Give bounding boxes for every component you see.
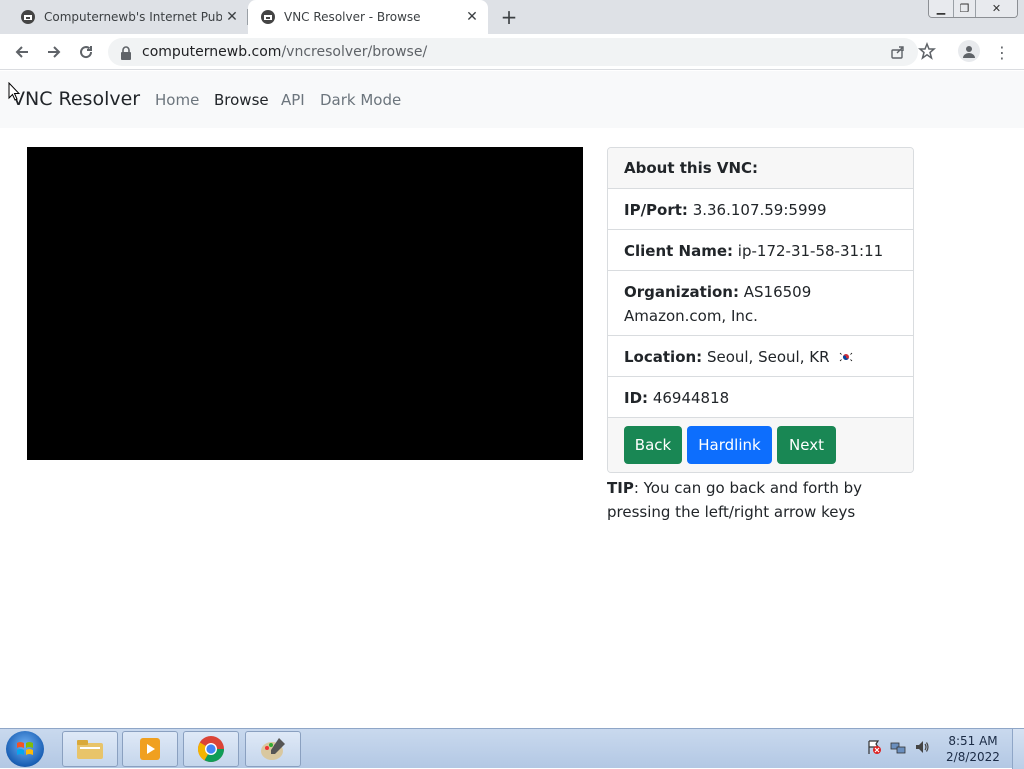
close-tab-icon[interactable]: ✕ (462, 7, 482, 27)
menu-kebab-icon[interactable]: ⋮ (994, 42, 1010, 62)
id-row: ID: 46944818 (608, 377, 913, 418)
card-header: About this VNC: (608, 148, 913, 189)
mouse-cursor-icon (8, 81, 21, 106)
tip-text: TIP: You can go back and forth by pressi… (607, 476, 927, 524)
card-footer: Back Hardlink Next (608, 418, 913, 472)
navbar-brand[interactable]: VNC Resolver (12, 88, 140, 110)
start-button-icon[interactable] (6, 731, 44, 767)
tab-strip: Computernewb's Internet Pub H ✕ VNC Reso… (0, 0, 1024, 34)
share-icon[interactable] (890, 44, 906, 64)
restore-icon[interactable]: ❐ (953, 0, 975, 17)
ip-port-value: 3.36.107.59:5999 (692, 201, 827, 219)
client-name-label: Client Name: (624, 242, 734, 260)
profile-avatar-icon[interactable] (958, 40, 980, 62)
paint-taskbar-icon[interactable] (245, 731, 301, 767)
next-button[interactable]: Next (777, 426, 836, 464)
forward-arrow-icon[interactable] (42, 40, 66, 64)
south-korea-flag-icon (838, 346, 855, 363)
lock-icon[interactable] (120, 45, 132, 64)
browser-toolbar: computernewb.com/vncresolver/browse/ (0, 34, 1024, 70)
location-label: Location: (624, 348, 703, 366)
window-controls: ▁ ❐ ✕ (928, 0, 1018, 18)
tab-title: VNC Resolver - Browse (284, 10, 421, 24)
back-button[interactable]: Back (624, 426, 682, 464)
client-name-value: ip-172-31-58-31:11 (737, 242, 884, 260)
clock-time: 8:51 AM (948, 734, 998, 748)
id-value: 46944818 (652, 389, 730, 407)
new-tab-button[interactable]: + (498, 6, 520, 28)
reload-icon[interactable] (74, 40, 98, 64)
site-navbar: VNC Resolver Home Browse API Dark Mode (0, 71, 1024, 128)
back-arrow-icon[interactable] (10, 40, 34, 64)
close-window-icon[interactable]: ✕ (975, 0, 1017, 17)
nav-link-api[interactable]: API (281, 91, 305, 109)
url-host: computernewb.com (142, 44, 282, 60)
nav-link-browse[interactable]: Browse (214, 91, 269, 109)
taskbar-clock[interactable]: 8:51 AM 2/8/2022 (940, 733, 1006, 765)
clock-date: 2/8/2022 (946, 750, 1000, 764)
about-vnc-card: About this VNC: IP/Port: 3.36.107.59:599… (607, 147, 914, 473)
windows-taskbar: 8:51 AM 2/8/2022 (0, 728, 1024, 769)
network-icon[interactable] (890, 739, 906, 759)
organization-row: Organization: AS16509 Amazon.com, Inc. (608, 271, 913, 336)
computernewb-favicon-icon (260, 9, 276, 25)
minimize-icon[interactable]: ▁ (929, 0, 953, 17)
volume-icon[interactable] (914, 739, 930, 759)
ip-port-row: IP/Port: 3.36.107.59:5999 (608, 189, 913, 230)
tab-computernewb[interactable]: Computernewb's Internet Pub H ✕ (8, 0, 248, 34)
tab-title: Computernewb's Internet Pub H (44, 10, 222, 24)
hardlink-button[interactable]: Hardlink (687, 426, 772, 464)
url-path: /vncresolver/browse/ (281, 44, 428, 60)
action-center-flag-icon[interactable] (866, 739, 882, 759)
id-label: ID: (624, 389, 649, 407)
vnc-screenshot (27, 147, 583, 460)
tip-body: : You can go back and forth by pressing … (607, 479, 863, 521)
tab-vnc-resolver[interactable]: VNC Resolver - Browse ✕ (248, 0, 488, 34)
tip-label: TIP (607, 479, 634, 497)
client-name-row: Client Name: ip-172-31-58-31:11 (608, 230, 913, 271)
location-value: Seoul, Seoul, KR (706, 348, 830, 366)
media-player-taskbar-icon[interactable] (122, 731, 178, 767)
close-tab-icon[interactable]: ✕ (222, 7, 242, 27)
computernewb-favicon-icon (20, 9, 36, 25)
url-text: computernewb.com/vncresolver/browse/ (142, 44, 427, 60)
location-row: Location: Seoul, Seoul, KR (608, 336, 913, 377)
nav-link-home[interactable]: Home (155, 91, 199, 109)
chrome-taskbar-icon[interactable] (183, 731, 239, 767)
bookmark-star-icon[interactable] (918, 41, 936, 64)
system-tray (866, 739, 930, 759)
address-bar[interactable]: computernewb.com/vncresolver/browse/ (108, 38, 918, 66)
page-content: VNC Resolver Home Browse API Dark Mode A… (0, 71, 1024, 728)
ip-port-label: IP/Port: (624, 201, 688, 219)
explorer-taskbar-icon[interactable] (62, 731, 118, 767)
show-desktop-button[interactable] (1012, 729, 1024, 769)
nav-link-dark-mode[interactable]: Dark Mode (320, 91, 401, 109)
organization-label: Organization: (624, 283, 739, 301)
